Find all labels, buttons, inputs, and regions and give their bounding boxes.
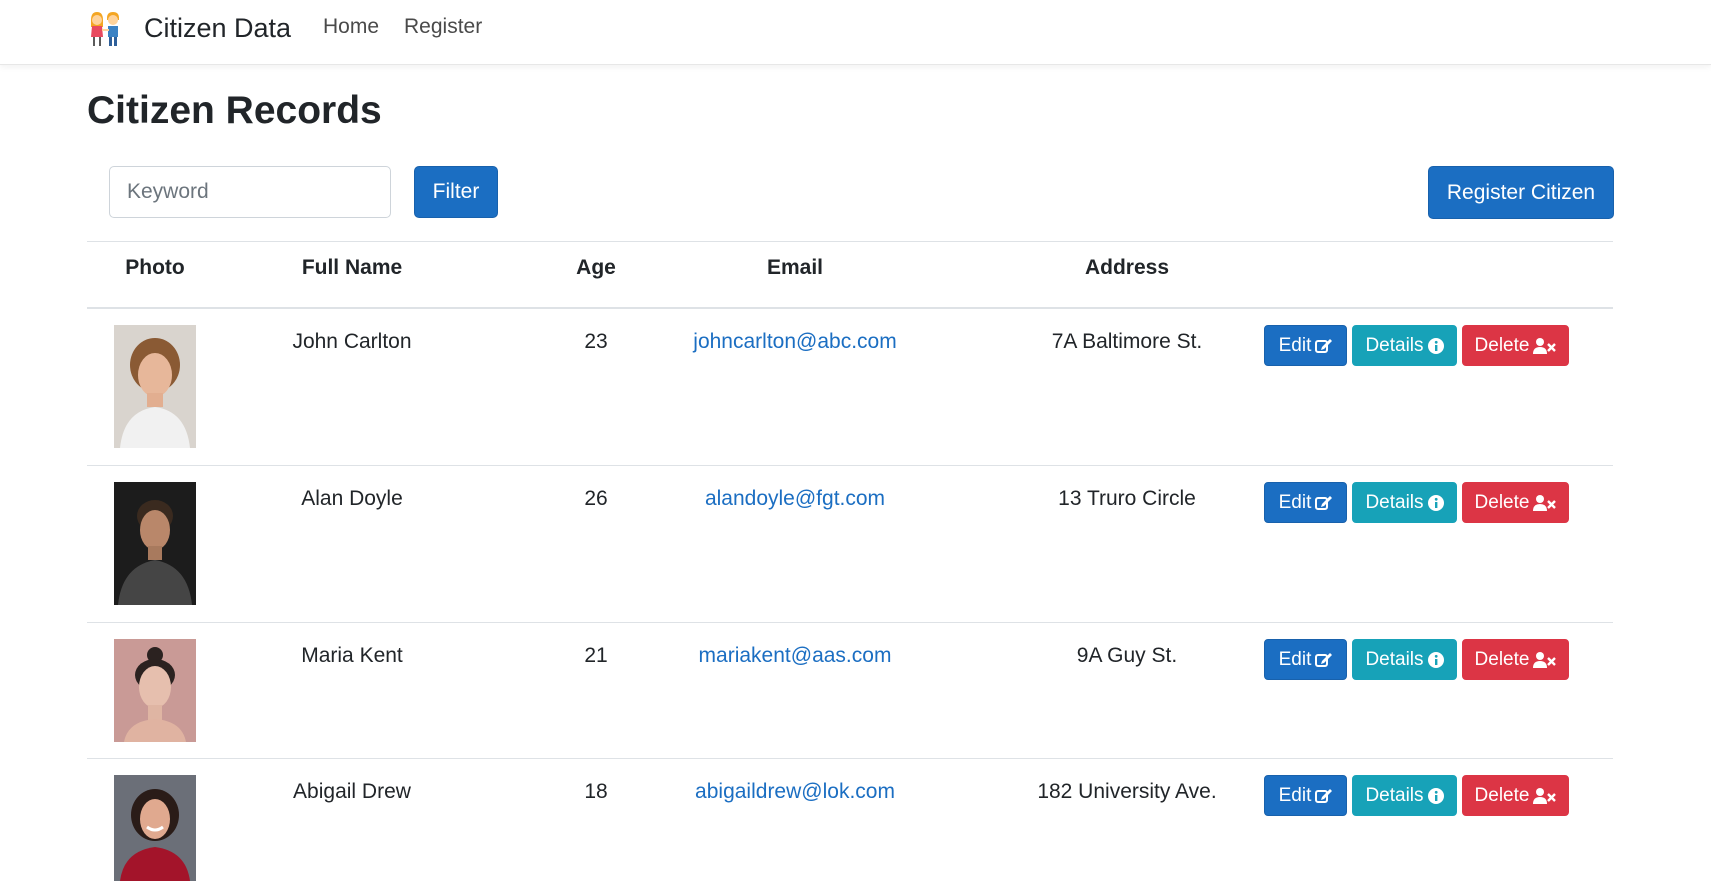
email-link[interactable]: abigaildrew@lok.com — [657, 779, 933, 805]
edit-button[interactable]: Edit — [1264, 775, 1347, 816]
address: 182 University Ave. — [1037, 780, 1217, 803]
navbar: Citizen Data Home Register — [0, 0, 1711, 65]
age: 23 — [584, 330, 608, 353]
email-link[interactable]: johncarlton@abc.com — [657, 329, 933, 355]
delete-button[interactable]: Delete — [1462, 482, 1569, 523]
info-circle-icon — [1427, 787, 1444, 804]
delete-button[interactable]: Delete — [1462, 639, 1569, 680]
full-name: John Carlton — [292, 330, 412, 353]
delete-label: Delete — [1474, 334, 1530, 356]
edit-label: Edit — [1278, 648, 1312, 670]
details-button[interactable]: Details — [1352, 639, 1457, 680]
age: 26 — [584, 487, 608, 510]
edit-button[interactable]: Edit — [1264, 639, 1347, 680]
edit-label: Edit — [1278, 784, 1312, 806]
column-header-email: Email — [766, 256, 824, 279]
full-name: Alan Doyle — [301, 487, 403, 510]
column-header-full-name: Full Name — [301, 256, 403, 279]
info-circle-icon — [1427, 651, 1444, 668]
edit-button[interactable]: Edit — [1264, 325, 1347, 366]
page-title: Citizen Records — [87, 89, 382, 132]
address: 7A Baltimore St. — [1051, 330, 1203, 353]
row-divider — [87, 758, 1613, 759]
edit-label: Edit — [1278, 334, 1312, 356]
delete-label: Delete — [1474, 784, 1530, 806]
details-button[interactable]: Details — [1352, 325, 1457, 366]
details-button[interactable]: Details — [1352, 482, 1457, 523]
people-holding-hands-icon[interactable] — [88, 11, 122, 47]
info-circle-icon — [1427, 337, 1444, 354]
age: 18 — [584, 780, 608, 803]
table-header-border — [87, 307, 1613, 309]
edit-icon — [1315, 653, 1333, 667]
row-divider — [87, 465, 1613, 466]
citizen-photo — [114, 639, 196, 742]
address: 13 Truro Circle — [1058, 487, 1196, 510]
delete-button[interactable]: Delete — [1462, 325, 1569, 366]
delete-button[interactable]: Delete — [1462, 775, 1569, 816]
nav-link-register[interactable]: Register — [404, 14, 482, 40]
details-label: Details — [1365, 784, 1424, 806]
table-top-border — [87, 241, 1613, 242]
details-label: Details — [1365, 491, 1424, 513]
address: 9A Guy St. — [1076, 644, 1178, 667]
edit-icon — [1315, 496, 1333, 510]
edit-label: Edit — [1278, 491, 1312, 513]
edit-icon — [1315, 789, 1333, 803]
row-divider — [87, 622, 1613, 623]
user-times-icon — [1533, 651, 1557, 668]
column-header-age: Age — [576, 256, 616, 279]
citizen-photo — [114, 482, 196, 605]
user-times-icon — [1533, 787, 1557, 804]
column-header-photo: Photo — [125, 256, 185, 279]
email-link[interactable]: alandoyle@fgt.com — [657, 486, 933, 512]
delete-label: Delete — [1474, 648, 1530, 670]
keyword-input[interactable] — [109, 166, 391, 218]
brand-title[interactable]: Citizen Data — [144, 12, 291, 44]
user-times-icon — [1533, 337, 1557, 354]
details-label: Details — [1365, 648, 1424, 670]
user-times-icon — [1533, 494, 1557, 511]
full-name: Abigail Drew — [293, 780, 411, 803]
details-label: Details — [1365, 334, 1424, 356]
citizen-photo — [114, 775, 196, 881]
edit-button[interactable]: Edit — [1264, 482, 1347, 523]
delete-label: Delete — [1474, 491, 1530, 513]
details-button[interactable]: Details — [1352, 775, 1457, 816]
citizen-photo — [114, 325, 196, 448]
filter-button[interactable]: Filter — [414, 166, 498, 218]
full-name: Maria Kent — [301, 644, 403, 667]
info-circle-icon — [1427, 494, 1444, 511]
register-citizen-button[interactable]: Register Citizen — [1428, 166, 1614, 219]
age: 21 — [584, 644, 608, 667]
email-link[interactable]: mariakent@aas.com — [657, 643, 933, 669]
column-header-address: Address — [1084, 256, 1170, 279]
nav-link-home[interactable]: Home — [323, 14, 379, 40]
edit-icon — [1315, 339, 1333, 353]
